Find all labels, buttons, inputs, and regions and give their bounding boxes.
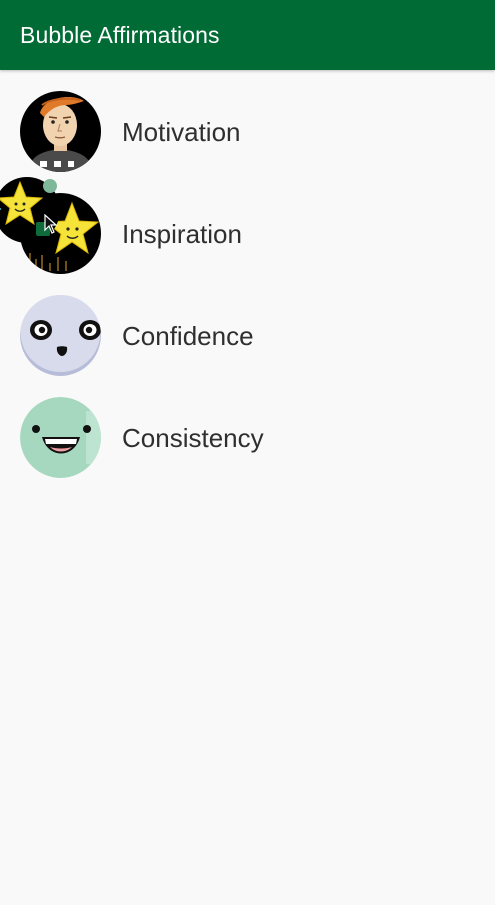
- list-item-confidence[interactable]: Confidence: [0, 275, 495, 377]
- affirmation-list: Motivation Inspiration Confidence Consis…: [0, 71, 495, 479]
- list-item-motivation[interactable]: Motivation: [0, 71, 495, 173]
- list-item-label: Confidence: [122, 321, 254, 351]
- cartoon-man-avatar-icon: [20, 91, 101, 172]
- list-item-label: Consistency: [122, 423, 264, 453]
- app-bar: Bubble Affirmations: [0, 0, 495, 70]
- green-grin-avatar-icon: [20, 397, 101, 478]
- list-item-label: Motivation: [122, 117, 241, 147]
- mouse-cursor-icon: [44, 214, 58, 234]
- app-title: Bubble Affirmations: [20, 22, 220, 48]
- list-item-inspiration[interactable]: Inspiration: [0, 173, 495, 275]
- list-item-label: Inspiration: [122, 219, 242, 249]
- lavender-face-avatar-icon: [20, 295, 101, 376]
- list-item-consistency[interactable]: Consistency: [0, 377, 495, 479]
